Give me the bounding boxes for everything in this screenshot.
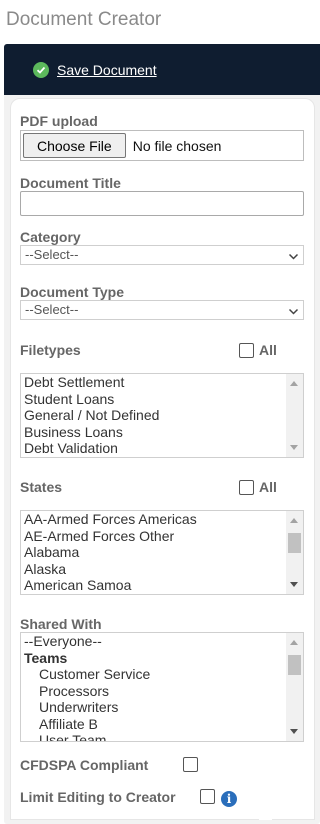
category-label: Category (20, 229, 81, 245)
list-item[interactable]: Alabama (21, 544, 303, 561)
document-type-selected-value: --Select-- (25, 302, 79, 317)
list-item[interactable]: AA-Armed Forces Americas (21, 511, 303, 528)
info-icon[interactable]: i (221, 791, 237, 807)
category-select[interactable]: --Select-- (20, 245, 304, 265)
states-all-label: All (259, 479, 277, 495)
list-item[interactable]: Business Loans (21, 424, 303, 441)
states-scrollbar[interactable] (286, 511, 303, 594)
document-title-label: Document Title (20, 175, 121, 191)
cfdspa-label: CFDSPA Compliant (20, 757, 149, 773)
limit-editing-checkbox[interactable] (200, 789, 215, 804)
list-item[interactable]: American Samoa (21, 577, 303, 594)
shared-with-listbox[interactable]: --Everyone-- Teams Customer Service Proc… (20, 632, 304, 742)
save-document-label: Save Document (57, 61, 157, 78)
states-listbox[interactable]: AA-Armed Forces Americas AE-Armed Forces… (20, 510, 304, 595)
list-group-label: Teams (24, 649, 68, 666)
list-item[interactable]: Underwriters (21, 699, 303, 716)
toolbar: Save Document (4, 44, 320, 95)
shared-with-scrollbar[interactable] (286, 633, 303, 741)
states-label: States (20, 479, 63, 495)
filetypes-listbox[interactable]: Debt Settlement Student Loans General / … (20, 373, 304, 458)
pdf-upload-label: PDF upload (20, 113, 98, 129)
filetypes-all: All (239, 342, 277, 358)
limit-editing-label: Limit Editing to Creator (20, 789, 176, 805)
list-item[interactable]: General / Not Defined (21, 407, 303, 424)
shared-with-label: Shared With (20, 616, 102, 632)
list-item[interactable]: Debt Validation (21, 440, 303, 457)
chevron-down-icon (288, 304, 299, 322)
page-title: Document Creator (6, 9, 162, 30)
scroll-thumb[interactable] (288, 533, 301, 553)
save-document-button[interactable]: Save Document (33, 61, 157, 78)
scroll-down-icon[interactable] (290, 582, 298, 587)
filetypes-all-checkbox[interactable] (239, 342, 254, 358)
document-type-select[interactable]: --Select-- (20, 300, 304, 320)
scroll-thumb[interactable] (288, 655, 301, 675)
scroll-down-icon[interactable] (290, 729, 298, 734)
list-item[interactable]: Student Loans (21, 391, 303, 408)
chevron-down-icon (288, 249, 299, 267)
choose-file-button[interactable]: Choose File (23, 133, 126, 158)
document-type-label: Document Type (20, 284, 124, 300)
scroll-up-icon[interactable] (290, 381, 298, 386)
list-item[interactable]: Customer Service (21, 666, 303, 683)
list-item[interactable]: Processors (21, 683, 303, 700)
cfdspa-checkbox[interactable] (183, 757, 198, 772)
states-all-checkbox[interactable] (239, 479, 254, 495)
filetypes-all-label: All (259, 342, 277, 358)
list-item[interactable]: AE-Armed Forces Other (21, 528, 303, 545)
list-item[interactable]: Affiliate B (21, 716, 303, 733)
list-item[interactable]: Debt Settlement (21, 374, 303, 391)
filetypes-scrollbar[interactable] (286, 374, 303, 457)
list-item[interactable]: --Everyone-- (21, 633, 303, 650)
filetypes-label: Filetypes (20, 342, 81, 358)
list-item[interactable]: Alaska (21, 561, 303, 578)
pdf-upload-field: Choose File No file chosen (20, 130, 304, 161)
category-selected-value: --Select-- (25, 247, 79, 262)
check-circle-icon (33, 61, 49, 78)
scroll-up-icon[interactable] (290, 518, 298, 523)
file-status-text: No file chosen (132, 137, 222, 154)
scroll-down-icon[interactable] (290, 445, 298, 450)
scroll-up-icon[interactable] (290, 640, 298, 645)
document-title-input[interactable] (20, 191, 304, 216)
divider-block (259, 785, 272, 820)
states-all: All (239, 479, 277, 495)
list-item[interactable]: User Team (21, 732, 303, 741)
